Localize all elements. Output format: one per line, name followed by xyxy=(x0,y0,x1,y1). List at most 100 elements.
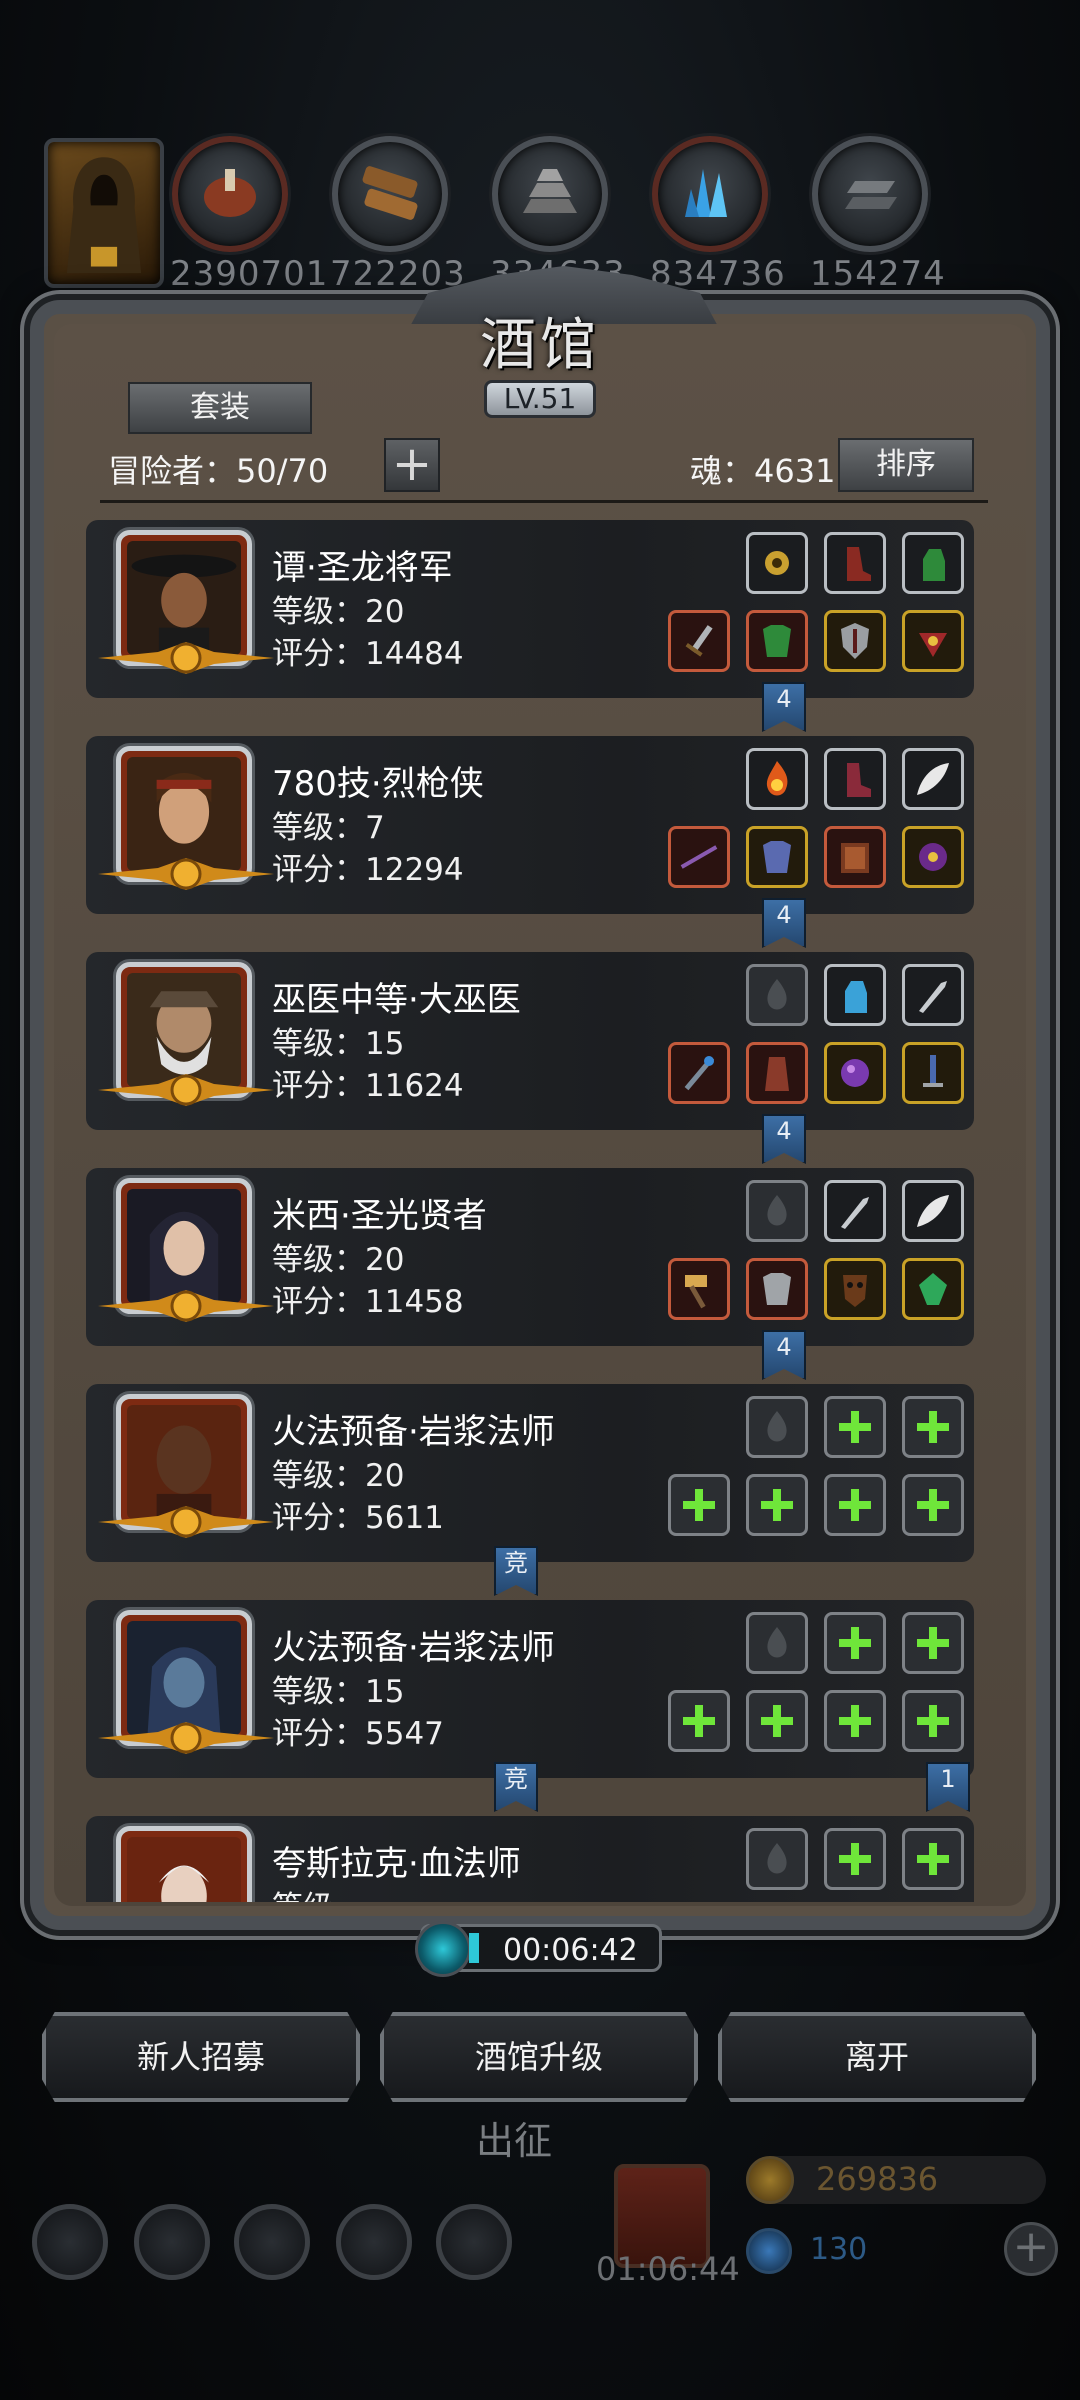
hero-score: 评分：12294 xyxy=(272,852,464,888)
divider xyxy=(100,500,988,503)
hero-level: 等级：15 xyxy=(272,1674,405,1710)
equip-boot-icon[interactable] xyxy=(824,748,886,810)
add-equip-plus-icon[interactable] xyxy=(746,1474,808,1536)
hero-name: 谭·圣龙将军 xyxy=(272,548,453,588)
tavern-level-badge: LV.51 xyxy=(484,380,596,418)
achievement-star-icon[interactable] xyxy=(134,2204,210,2280)
equip-armor-icon[interactable] xyxy=(746,1258,808,1320)
equip-glove-icon[interactable] xyxy=(902,532,964,594)
equip-robe-icon[interactable] xyxy=(746,1042,808,1104)
equip-spear-icon[interactable] xyxy=(668,826,730,888)
resource-crystal[interactable]: 834736 xyxy=(650,136,785,294)
timer-progress xyxy=(469,1933,479,1963)
hero-name: 米西·圣光贤者 xyxy=(272,1196,487,1236)
equip-gauntlet-icon[interactable] xyxy=(824,964,886,1026)
soul-count: 魂：4631 xyxy=(690,452,836,490)
add-equip-plus-icon[interactable] xyxy=(902,1690,964,1752)
add-currency-button[interactable]: + xyxy=(1004,2222,1058,2276)
add-equip-plus-icon[interactable] xyxy=(824,1396,886,1458)
equip-mask-icon[interactable] xyxy=(824,1258,886,1320)
resource-wood[interactable]: 722203 xyxy=(330,136,465,294)
meat-icon xyxy=(172,136,288,252)
gold-coin-icon xyxy=(746,2156,794,2204)
equip-amulet-icon[interactable] xyxy=(746,532,808,594)
iron-icon xyxy=(812,136,928,252)
mail-icon[interactable] xyxy=(336,2204,412,2280)
gem-icon xyxy=(746,2228,792,2274)
hero-score: 评分：11624 xyxy=(272,1068,464,1104)
add-adventurer-button[interactable]: + xyxy=(384,438,440,492)
upgrade-tavern-button[interactable]: 酒馆升级 xyxy=(380,2012,698,2102)
equip-eye-icon[interactable] xyxy=(902,826,964,888)
clock-icon xyxy=(415,1921,471,1977)
add-equip-plus-icon[interactable] xyxy=(902,1612,964,1674)
equip-hammer-icon[interactable] xyxy=(668,1258,730,1320)
set-button[interactable]: 套装 xyxy=(128,382,312,434)
gem-value: 130 xyxy=(810,2232,868,2267)
link-badge: 4 xyxy=(762,1330,806,1380)
add-equip-plus-icon[interactable] xyxy=(746,1690,808,1752)
hero-card[interactable]: 火法预备·岩浆法师 等级：15 评分：5547 xyxy=(86,1600,974,1778)
rank-medal-icon xyxy=(98,1290,274,1322)
hero-score: 评分：14484 xyxy=(272,636,464,672)
hero-name: 火法预备·岩浆法师 xyxy=(272,1412,555,1452)
add-equip-plus-icon[interactable] xyxy=(824,1828,886,1890)
add-equip-plus-icon[interactable] xyxy=(902,1396,964,1458)
add-equip-plus-icon[interactable] xyxy=(902,1474,964,1536)
empty-drop-slot-icon[interactable] xyxy=(746,1180,808,1242)
equip-fire-icon[interactable] xyxy=(746,748,808,810)
equip-feather-icon[interactable] xyxy=(902,748,964,810)
leave-button[interactable]: 离开 xyxy=(718,2012,1036,2102)
hero-list[interactable]: 谭·圣龙将军 等级：20 评分：14484 4 780技·烈枪侠 等级：7 评分… xyxy=(86,512,986,1902)
add-equip-plus-icon[interactable] xyxy=(668,1690,730,1752)
hero-card[interactable]: 巫医中等·大巫医 等级：15 评分：11624 xyxy=(86,952,974,1130)
hero-card[interactable]: 夸斯拉克·血法师 等级 xyxy=(86,1816,974,1902)
link-badge: 4 xyxy=(762,1114,806,1164)
sort-button[interactable]: 排序 xyxy=(838,438,974,492)
add-equip-plus-icon[interactable] xyxy=(902,1828,964,1890)
empty-drop-slot-icon[interactable] xyxy=(746,1396,808,1458)
equip-shield-icon[interactable] xyxy=(824,610,886,672)
hero-name: 火法预备·岩浆法师 xyxy=(272,1628,555,1668)
hero-avatar[interactable] xyxy=(116,1826,252,1902)
equip-armor-icon[interactable] xyxy=(746,610,808,672)
empty-drop-slot-icon[interactable] xyxy=(746,1612,808,1674)
add-equip-plus-icon[interactable] xyxy=(824,1474,886,1536)
rank-medal-icon xyxy=(98,1506,274,1538)
recruit-button[interactable]: 新人招募 xyxy=(42,2012,360,2102)
equip-orb-icon[interactable] xyxy=(824,1042,886,1104)
hero-card[interactable]: 谭·圣龙将军 等级：20 评分：14484 xyxy=(86,520,974,698)
resource-iron[interactable]: 154274 xyxy=(810,136,945,294)
equip-leg-icon[interactable] xyxy=(824,532,886,594)
add-equip-plus-icon[interactable] xyxy=(824,1690,886,1752)
hero-card[interactable]: 780技·烈枪侠 等级：7 评分：12294 xyxy=(86,736,974,914)
map-icon[interactable] xyxy=(436,2204,512,2280)
equip-sword-icon[interactable] xyxy=(668,610,730,672)
equip-armor-icon[interactable] xyxy=(746,826,808,888)
equip-gem-icon[interactable] xyxy=(902,1258,964,1320)
hero-score: 评分：11458 xyxy=(272,1284,464,1320)
hero-score: 评分：5547 xyxy=(272,1716,444,1752)
equip-dagger-icon[interactable] xyxy=(902,964,964,1026)
hero-card[interactable]: 米西·圣光贤者 等级：20 评分：11458 xyxy=(86,1168,974,1346)
hero-score: 评分：5611 xyxy=(272,1500,444,1536)
equip-ring-icon[interactable] xyxy=(902,610,964,672)
equip-dagger-icon[interactable] xyxy=(824,1180,886,1242)
equip-staff-icon[interactable] xyxy=(668,1042,730,1104)
arena-badge: 竞 xyxy=(494,1546,538,1596)
equip-book-icon[interactable] xyxy=(824,826,886,888)
player-portrait[interactable] xyxy=(44,138,164,288)
hero-card[interactable]: 火法预备·岩浆法师 等级：20 评分：5611 xyxy=(86,1384,974,1562)
empty-drop-slot-icon[interactable] xyxy=(746,964,808,1026)
link-badge: 1 xyxy=(926,1762,970,1812)
equip-blade-icon[interactable] xyxy=(902,1042,964,1104)
empty-drop-slot-icon[interactable] xyxy=(746,1828,808,1890)
settings-gear-icon[interactable] xyxy=(32,2204,108,2280)
guild-banner-icon[interactable] xyxy=(234,2204,310,2280)
timer-text: 00:06:42 xyxy=(503,1933,638,1968)
tavern-timer: 00:06:42 xyxy=(415,1921,662,1977)
resource-meat[interactable]: 2390701 xyxy=(170,136,327,294)
add-equip-plus-icon[interactable] xyxy=(824,1612,886,1674)
equip-feather-icon[interactable] xyxy=(902,1180,964,1242)
add-equip-plus-icon[interactable] xyxy=(668,1474,730,1536)
